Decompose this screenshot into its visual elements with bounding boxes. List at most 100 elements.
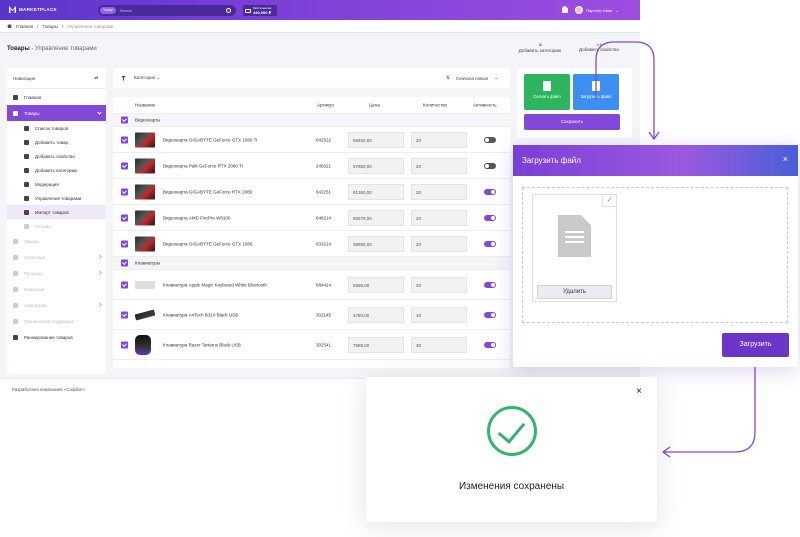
sidebar-item-analytics[interactable]: Аналитика bbox=[7, 297, 106, 313]
col-active[interactable]: Активность bbox=[473, 103, 497, 108]
truck-icon bbox=[13, 254, 18, 260]
sidebar-item-import[interactable]: Импорт товаров bbox=[7, 205, 106, 219]
active-toggle[interactable] bbox=[484, 136, 496, 143]
sidebar-item-support[interactable]: Техническая поддержка bbox=[7, 313, 106, 329]
search-scope-select[interactable]: Товар bbox=[100, 7, 116, 14]
product-name[interactable]: Видеокарта GIGABYTE GeForce RTX 2080 bbox=[163, 189, 252, 194]
chevron-down-icon: ⌄ bbox=[494, 75, 498, 80]
breadcrumb-products[interactable]: Товары bbox=[42, 24, 57, 29]
row-checkbox[interactable] bbox=[121, 188, 128, 195]
col-price[interactable]: Цена bbox=[369, 103, 380, 108]
col-name[interactable]: Название bbox=[135, 103, 155, 108]
table-header: Название Артикул Цена Количество Активно… bbox=[113, 97, 510, 114]
search-input[interactable]: Search bbox=[120, 8, 226, 13]
qty-input[interactable]: 20 bbox=[411, 276, 467, 293]
product-name[interactable]: Видеокарта GIGABYTE GeForce GTX 1080 Ti bbox=[163, 137, 257, 142]
active-toggle[interactable] bbox=[484, 341, 496, 348]
filter-icon[interactable] bbox=[121, 75, 126, 81]
sidebar-item-expenses[interactable]: Расходы bbox=[7, 265, 106, 281]
download-file-button[interactable]: Скачать файл bbox=[524, 74, 570, 110]
price-input[interactable]: 58450,00 bbox=[348, 131, 404, 148]
user-menu[interactable]: Партнёр Иван ⌄ bbox=[575, 6, 619, 14]
sidebar-item-home[interactable]: Главная bbox=[7, 89, 106, 105]
upload-file-button[interactable]: Загрузить файл bbox=[573, 74, 619, 110]
price-input[interactable]: 97850,00 bbox=[348, 157, 404, 174]
active-toggle[interactable] bbox=[484, 281, 496, 288]
upload-submit-button[interactable]: Загрузить bbox=[722, 333, 789, 357]
add-category-button[interactable]: ⇲ Добавить категорию bbox=[514, 42, 566, 53]
active-toggle[interactable] bbox=[484, 162, 496, 169]
price-input[interactable]: 4780,00 bbox=[348, 306, 404, 323]
row-checkbox[interactable] bbox=[121, 240, 128, 247]
price-input[interactable]: 5999,00 bbox=[348, 276, 404, 293]
sidebar-item-add-property[interactable]: Добавить свойство bbox=[7, 149, 106, 163]
swap-icon[interactable]: ⇄ bbox=[94, 75, 98, 81]
sidebar-item-add-category[interactable]: Добавить категорию bbox=[7, 163, 106, 177]
table-row: Клавиатура A4Tech B314 Black USB 302145 47… bbox=[113, 300, 510, 330]
product-name[interactable]: Клавиатура A4Tech B314 Black USB bbox=[163, 312, 238, 317]
active-toggle[interactable] bbox=[484, 214, 496, 221]
chevron-right-icon bbox=[97, 254, 102, 259]
active-toggle[interactable] bbox=[484, 188, 496, 195]
sort-label: Сначала новые bbox=[455, 75, 489, 81]
product-name[interactable]: Видеокарта Palit GeForce RTX 2080 Ti bbox=[163, 163, 243, 168]
sidebar-item-logistics[interactable]: Логистика bbox=[7, 249, 106, 265]
group-name: Видеокарты bbox=[135, 117, 161, 123]
sidebar-item-add-product[interactable]: Добавить товар bbox=[7, 135, 106, 149]
sort-select[interactable]: ⇅ Сначала новые ⌄ bbox=[446, 75, 498, 81]
logo[interactable]: MARKETPLACE bbox=[9, 6, 57, 13]
save-button[interactable]: Сохранить bbox=[524, 114, 620, 130]
product-name[interactable]: Видеокарта GIGABYTE GeForce GTX 1080 bbox=[163, 241, 252, 246]
price-input[interactable]: 61360,00 bbox=[348, 183, 404, 200]
row-checkbox[interactable] bbox=[121, 214, 128, 221]
qty-input[interactable]: 20 bbox=[411, 209, 467, 226]
sidebar-item-manage-products[interactable]: Управление товарами bbox=[7, 191, 106, 205]
qty-input[interactable]: 30 bbox=[411, 336, 467, 353]
price-input[interactable]: 7989,00 bbox=[348, 336, 404, 353]
row-checkbox[interactable] bbox=[121, 162, 128, 169]
breadcrumb-home[interactable]: Главная bbox=[16, 24, 33, 29]
file-drop-zone[interactable]: ✓ Удалить bbox=[522, 187, 788, 323]
active-toggle[interactable] bbox=[484, 311, 496, 318]
sidebar-item-reviews[interactable]: Отзывы bbox=[7, 219, 106, 233]
product-name[interactable]: Клавиатура Apple Magic Keyboard White Bl… bbox=[163, 282, 267, 287]
row-checkbox[interactable] bbox=[121, 281, 128, 288]
qty-input[interactable]: 20 bbox=[411, 157, 467, 174]
qty-input[interactable]: 20 bbox=[411, 183, 467, 200]
product-sku: 642251 bbox=[316, 189, 332, 194]
sidebar-item-orders[interactable]: Заказы bbox=[7, 233, 106, 249]
category-filter[interactable]: Категория ⌄ bbox=[134, 75, 160, 81]
sidebar-item-label: Аналитика bbox=[24, 302, 47, 308]
close-icon[interactable]: × bbox=[636, 386, 642, 397]
row-checkbox[interactable] bbox=[121, 136, 128, 143]
col-sku[interactable]: Артикул bbox=[317, 103, 334, 108]
sidebar-item-commissions[interactable]: Комиссии bbox=[7, 281, 106, 297]
price-input[interactable]: 86679,00 bbox=[348, 209, 404, 226]
sidebar-item-ranking[interactable]: Ранжирование товаров bbox=[7, 329, 106, 345]
col-qty[interactable]: Количество bbox=[423, 103, 447, 108]
sidebar-item-product-list[interactable]: Список товаров bbox=[7, 121, 106, 135]
percent-icon bbox=[13, 286, 18, 292]
home-icon[interactable] bbox=[7, 24, 12, 28]
group-checkbox[interactable] bbox=[121, 259, 128, 267]
search-bar[interactable]: Товар Search bbox=[98, 5, 236, 16]
qty-input[interactable]: 10 bbox=[411, 306, 467, 323]
qty-input[interactable]: 20 bbox=[411, 131, 467, 148]
row-checkbox[interactable] bbox=[121, 341, 128, 348]
product-name[interactable]: Клавиатура Razer Tartarus Black USB bbox=[163, 342, 241, 347]
group-checkbox[interactable] bbox=[121, 116, 128, 124]
sidebar-item-products[interactable]: Товары bbox=[7, 105, 106, 121]
row-checkbox[interactable] bbox=[121, 311, 128, 318]
qty-input[interactable]: 20 bbox=[411, 235, 467, 252]
add-property-button[interactable]: ≡+ Добавить свойство bbox=[573, 42, 625, 52]
close-icon[interactable]: × bbox=[783, 154, 788, 164]
delete-file-button[interactable]: Удалить bbox=[537, 285, 612, 299]
upload-modal: Загрузить файл × ✓ Удалить Загрузить bbox=[513, 145, 798, 367]
sidebar-item-moderation[interactable]: Модерация bbox=[7, 177, 106, 191]
active-toggle[interactable] bbox=[484, 240, 496, 247]
notification-badge bbox=[566, 4, 570, 8]
product-name[interactable]: Видеокарта AMD FirePro W8100 bbox=[163, 215, 230, 220]
wallet-widget[interactable]: Мой кошелёк 440,000 ₽ bbox=[243, 5, 277, 16]
search-icon[interactable] bbox=[226, 8, 231, 13]
price-input[interactable]: 39990,00 bbox=[348, 235, 404, 252]
